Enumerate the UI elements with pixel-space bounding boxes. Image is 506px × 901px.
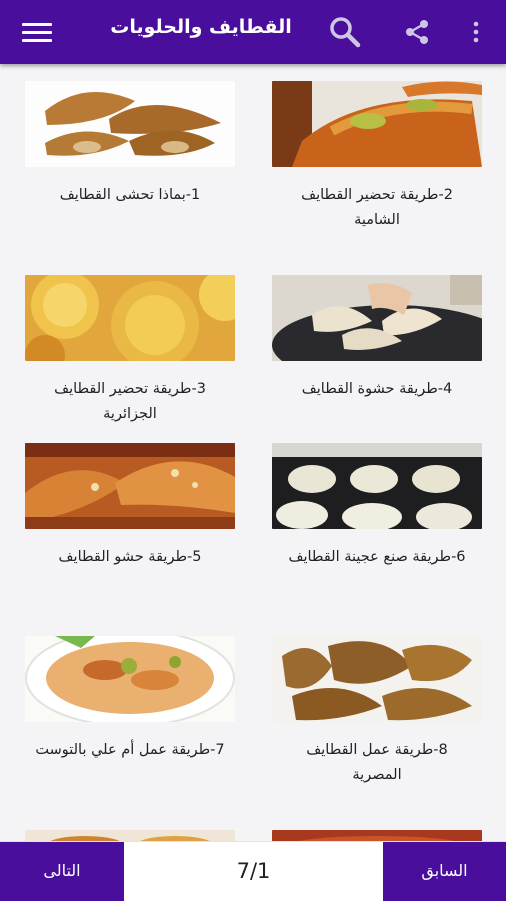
- share-icon[interactable]: [400, 15, 434, 49]
- article-title-5: 5-طريقة حشو القطايف: [58, 549, 202, 565]
- next-button[interactable]: التالى: [0, 842, 124, 901]
- article-title-6: 6-طريقة صنع عجينة القطايف: [288, 549, 466, 565]
- search-icon[interactable]: [327, 14, 363, 50]
- article-image-9: [25, 830, 235, 841]
- article-card-7[interactable]: 7-طريقة عمل أم علي بالتوست: [25, 636, 235, 763]
- article-title-1: 1-بماذا تحشى القطايف: [59, 187, 201, 203]
- article-title-3: 3-طريقة تحضير القطايف الجزائرية: [54, 381, 206, 422]
- article-title-8: 8-طريقة عمل القطايف المصرية: [306, 742, 448, 783]
- page-indicator: 7/1: [236, 859, 271, 883]
- previous-button[interactable]: السابق: [383, 842, 506, 901]
- article-card-8[interactable]: 8-طريقة عمل القطايف المصرية: [272, 636, 482, 788]
- article-image-7: [25, 636, 235, 722]
- pagination-bar: التالى 7/1 السابق: [0, 841, 506, 901]
- article-title-2: 2-طريقة تحضير القطايف الشامية: [301, 187, 453, 228]
- article-image-10: [272, 830, 482, 841]
- articles-grid: 1-بماذا تحشى القطايف 2-طريقة تحضير القطا…: [0, 64, 506, 841]
- more-vertical-icon[interactable]: [466, 16, 486, 48]
- article-card-6[interactable]: 6-طريقة صنع عجينة القطايف: [272, 443, 482, 570]
- article-card-10[interactable]: [272, 830, 482, 841]
- article-image-4: [272, 275, 482, 361]
- article-image-3: [25, 275, 235, 361]
- app-title: القطايف والحلويات: [110, 16, 292, 38]
- article-image-2: [272, 81, 482, 167]
- article-card-9[interactable]: [25, 830, 235, 841]
- article-card-5[interactable]: 5-طريقة حشو القطايف: [25, 443, 235, 570]
- article-image-1: [25, 81, 235, 167]
- article-image-6: [272, 443, 482, 529]
- article-card-1[interactable]: 1-بماذا تحشى القطايف: [25, 81, 235, 208]
- article-card-3[interactable]: 3-طريقة تحضير القطايف الجزائرية: [25, 275, 235, 427]
- menu-icon[interactable]: [22, 18, 52, 46]
- article-title-7: 7-طريقة عمل أم علي بالتوست: [35, 742, 225, 758]
- article-image-5: [25, 443, 235, 529]
- article-card-4[interactable]: 4-طريقة حشوة القطايف: [272, 275, 482, 402]
- article-card-2[interactable]: 2-طريقة تحضير القطايف الشامية: [272, 81, 482, 233]
- app-bar: القطايف والحلويات: [0, 0, 506, 64]
- article-title-4: 4-طريقة حشوة القطايف: [301, 381, 453, 397]
- article-image-8: [272, 636, 482, 722]
